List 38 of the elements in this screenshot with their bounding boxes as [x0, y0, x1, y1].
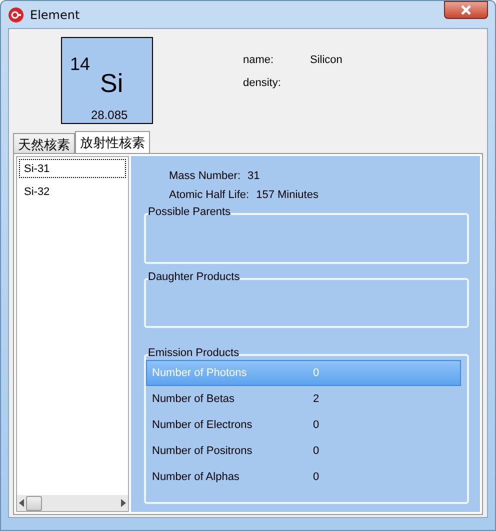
- scroll-thumb[interactable]: [26, 496, 42, 510]
- row-value: 0: [313, 367, 320, 379]
- row-value: 0: [313, 471, 320, 483]
- isotope-item[interactable]: Si-32: [19, 182, 126, 201]
- element-symbol: Si: [100, 68, 124, 99]
- group-title: Emission Products: [148, 347, 240, 359]
- row-value: 2: [313, 393, 320, 405]
- detail-value: 31: [248, 170, 260, 182]
- detail-label: Atomic Half Life:: [169, 189, 250, 201]
- atomic-number: 14: [70, 54, 90, 76]
- table-row[interactable]: Number of Betas 2: [146, 386, 461, 412]
- row-label: Number of Alphas: [152, 471, 240, 483]
- detail-value: 157 Miniutes: [256, 189, 318, 201]
- group-title: Possible Parents: [148, 206, 231, 218]
- row-value: 0: [313, 419, 320, 431]
- close-button[interactable]: [444, 1, 488, 19]
- property-value: Silicon: [310, 54, 342, 66]
- row-label: Number of Betas: [152, 393, 236, 405]
- app-icon: [8, 6, 24, 22]
- property-label: name:: [243, 54, 275, 66]
- table-row[interactable]: Number of Positrons 0: [146, 438, 461, 464]
- group-title: Daughter Products: [148, 270, 240, 282]
- scroll-right-icon[interactable]: [121, 499, 126, 507]
- row-value: 0: [313, 445, 320, 457]
- tab[interactable]: 天然核素: [13, 133, 75, 153]
- table-row[interactable]: Number of Electrons 0: [146, 412, 461, 438]
- window-title: Element: [30, 8, 80, 22]
- tab[interactable]: 放射性核素: [75, 131, 150, 153]
- close-icon: [460, 5, 472, 15]
- detail-label: Mass Number:: [169, 170, 241, 182]
- isotope-item[interactable]: Si-31: [19, 159, 126, 178]
- property-label: density:: [243, 77, 282, 89]
- row-label: Number of Photons: [152, 367, 248, 379]
- table-row[interactable]: Number of Alphas 0: [146, 464, 461, 490]
- row-label: Number of Positrons: [152, 445, 254, 457]
- atomic-mass: 28.085: [91, 108, 128, 122]
- horizontal-scrollbar[interactable]: [17, 495, 128, 511]
- row-label: Number of Electrons: [152, 419, 254, 431]
